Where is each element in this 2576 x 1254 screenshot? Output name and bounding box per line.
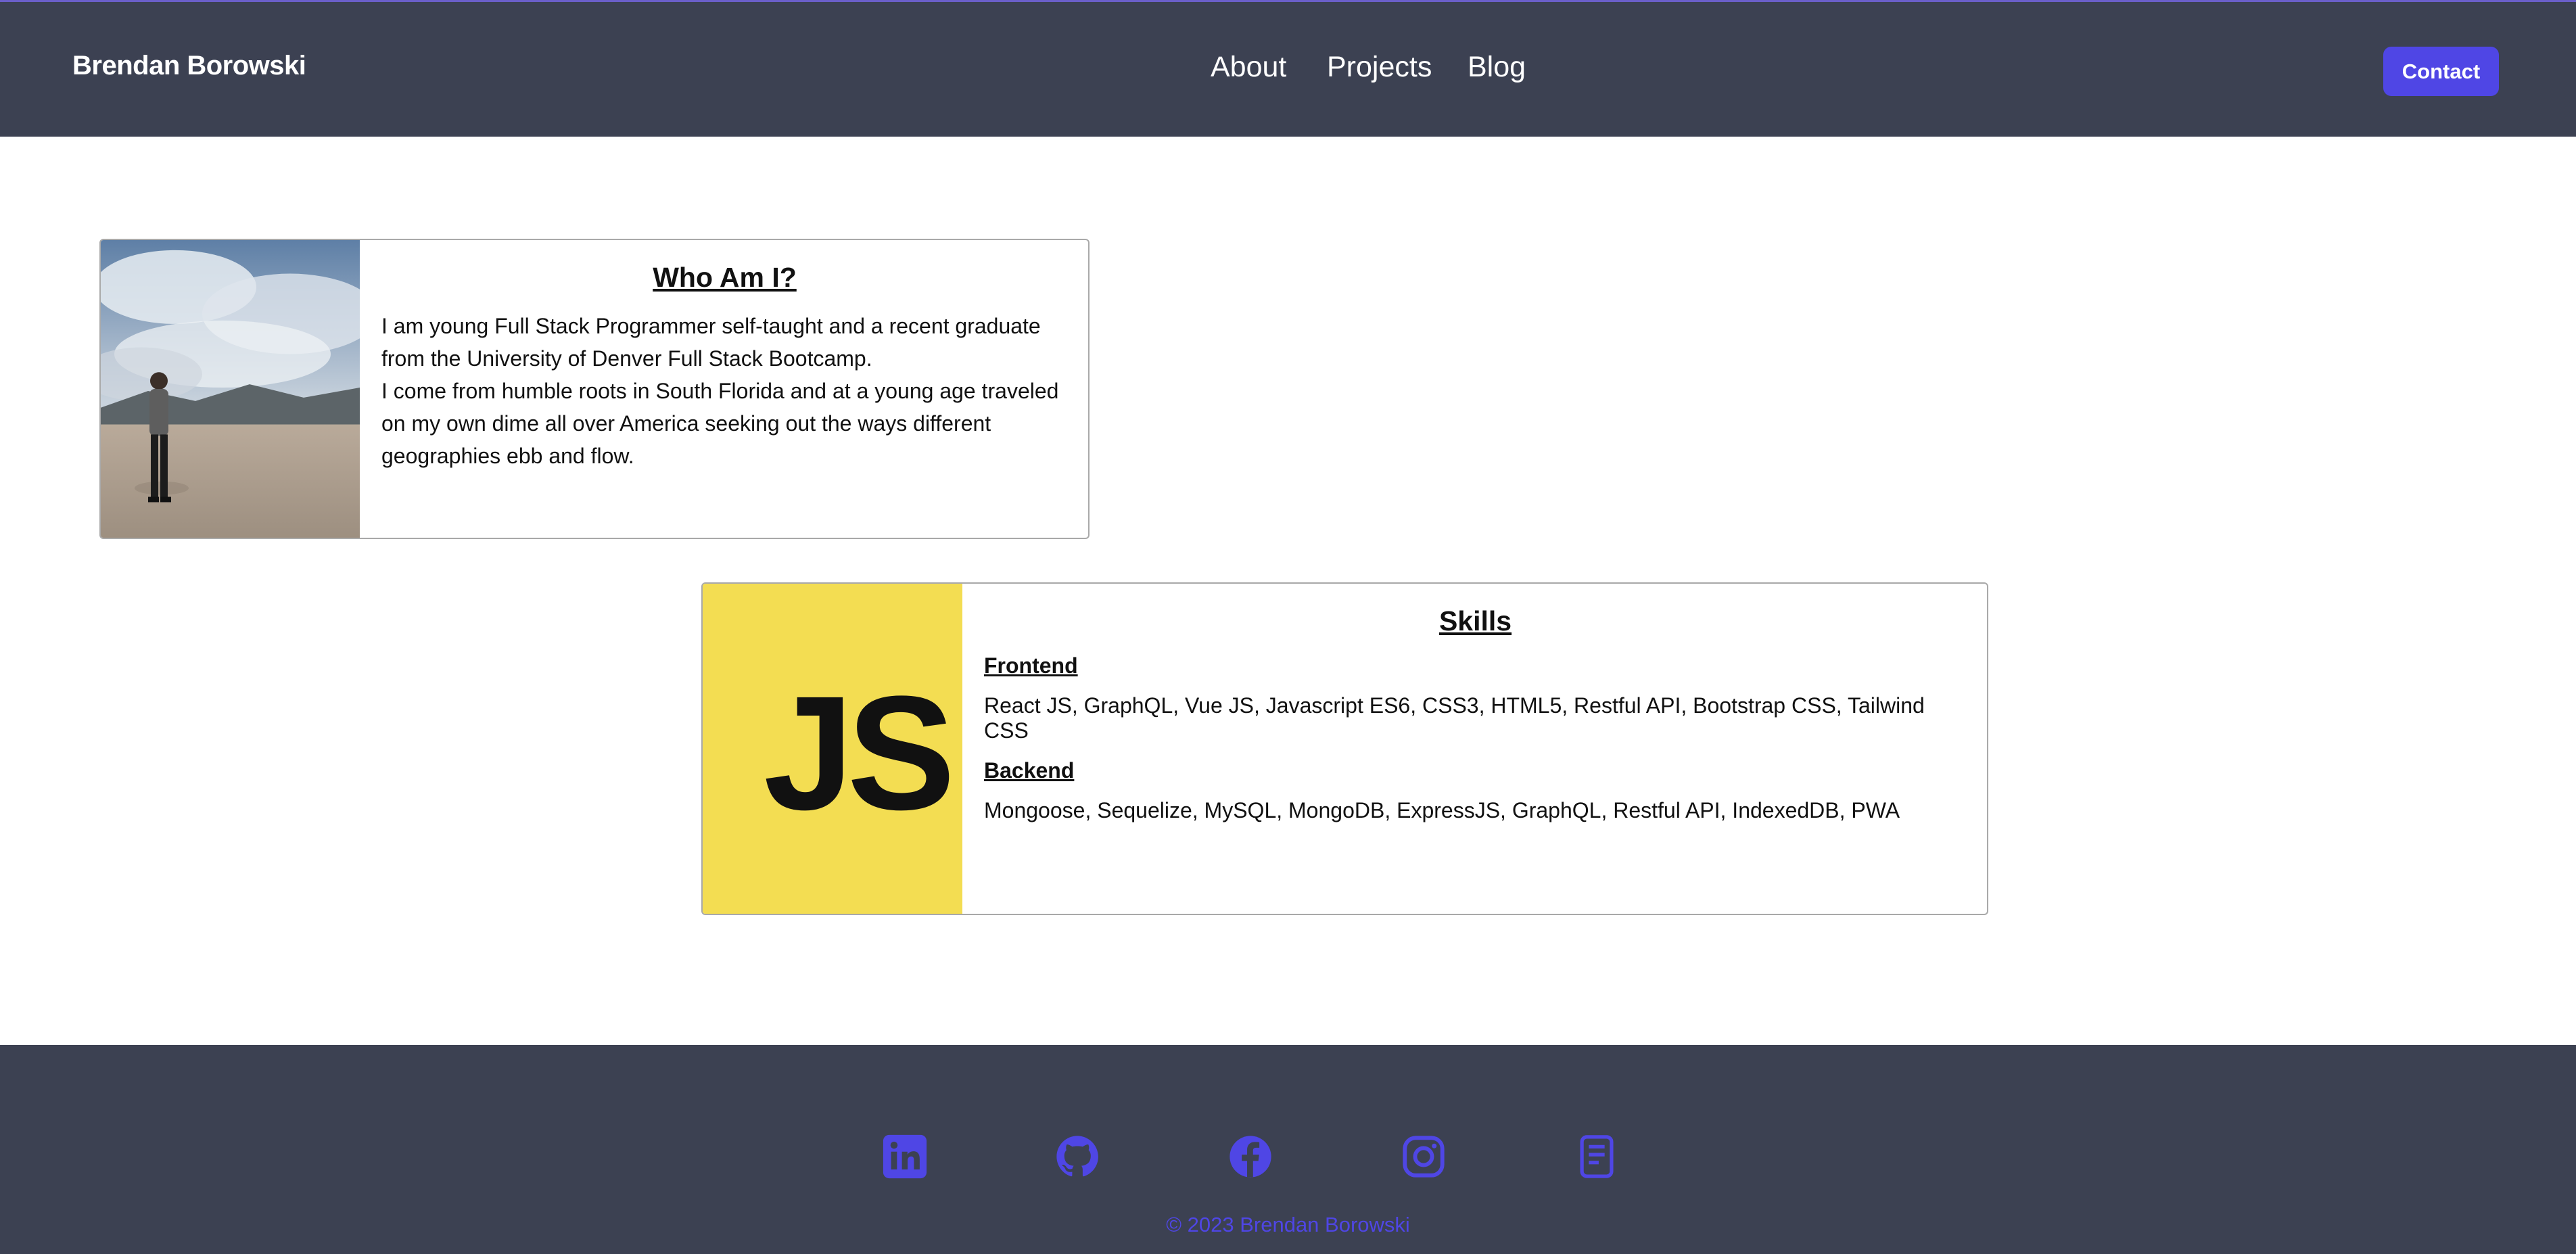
javascript-logo: JS [703, 584, 962, 914]
facebook-icon[interactable] [1227, 1133, 1274, 1180]
about-text: I am young Full Stack Programmer self-ta… [381, 310, 1068, 472]
page: Brendan Borowski About Projects Blog Con… [0, 0, 2576, 1254]
brand-name[interactable]: Brendan Borowski [72, 51, 306, 81]
about-card: Who Am I? I am young Full Stack Programm… [99, 239, 1090, 539]
about-card-body: Who Am I? I am young Full Stack Programm… [360, 240, 1088, 538]
about-paragraph-1: I am young Full Stack Programmer self-ta… [381, 314, 1041, 371]
skills-title: Skills [1438, 605, 1512, 636]
instagram-icon[interactable] [1400, 1133, 1447, 1180]
frontend-skills: React JS, GraphQL, Vue JS, Javascript ES… [984, 693, 1925, 743]
main-nav: About Projects Blog [1211, 51, 1526, 84]
frontend-heading: Frontend [984, 653, 1078, 678]
profile-photo [101, 240, 360, 538]
site-header: Brendan Borowski About Projects Blog Con… [0, 0, 2576, 137]
backend-skills: Mongoose, Sequelize, MySQL, MongoDB, Exp… [984, 798, 1900, 822]
skills-card: JS Skills Frontend React JS, GraphQL, Vu… [701, 582, 1988, 915]
about-paragraph-2: I come from humble roots in South Florid… [381, 379, 1059, 468]
nav-link-projects[interactable]: Projects [1327, 51, 1468, 84]
about-title: Who Am I? [653, 262, 797, 293]
contact-button[interactable]: Contact [2383, 47, 2499, 96]
javascript-logo-text: JS [764, 662, 956, 843]
skills-card-body: Skills Frontend React JS, GraphQL, Vue J… [962, 584, 1987, 914]
nav-link-blog[interactable]: Blog [1468, 51, 1526, 84]
linkedin-icon[interactable] [881, 1133, 929, 1180]
social-links [0, 1133, 2576, 1180]
nav-link-about[interactable]: About [1211, 51, 1327, 84]
github-icon[interactable] [1054, 1133, 1101, 1180]
backend-heading: Backend [984, 758, 1075, 783]
site-footer: © 2023 Brendan Borowski [0, 1045, 2576, 1254]
resume-icon[interactable] [1573, 1133, 1620, 1180]
copyright-text: © 2023 Brendan Borowski [1166, 1213, 1410, 1236]
